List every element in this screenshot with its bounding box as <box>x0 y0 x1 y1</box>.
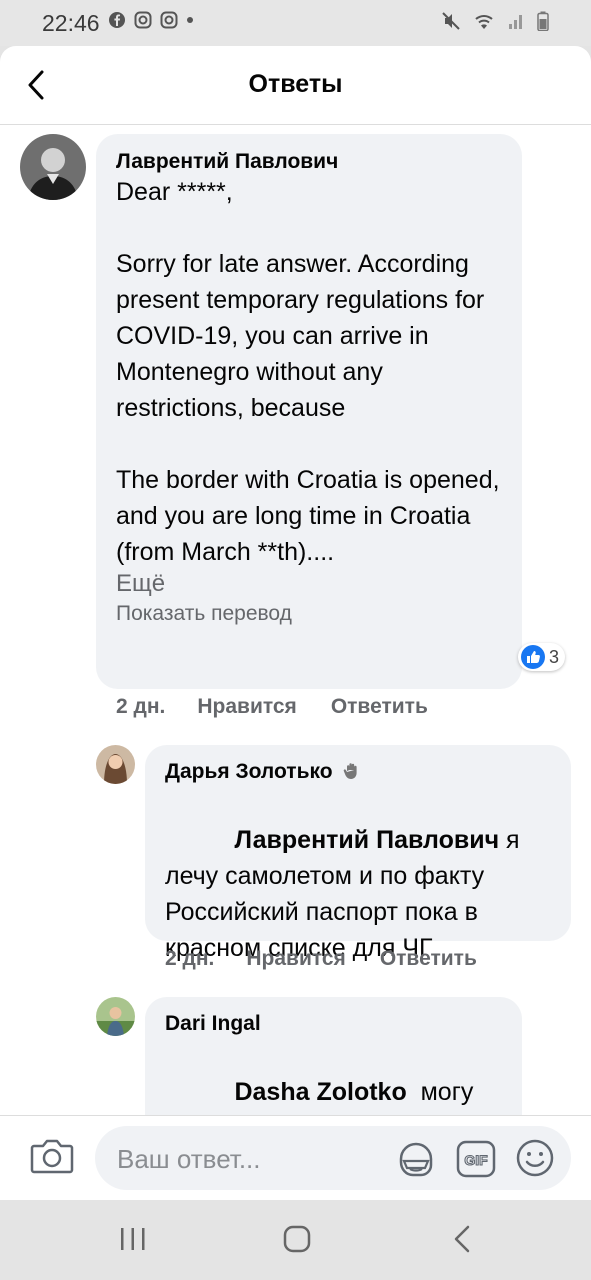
comment-actions: 2 дн. Нравится Ответить <box>116 695 428 719</box>
system-back-button[interactable] <box>448 1224 478 1259</box>
reaction-count-value: 3 <box>549 646 560 667</box>
comment-text: Dasha Zolotko могу предложить свою <box>165 1038 510 1115</box>
avatar-photo <box>96 745 135 784</box>
mute-icon <box>442 12 460 30</box>
comment-list[interactable]: Лаврентий Павлович Dear *****, Sorry for… <box>0 125 591 1115</box>
more-notifications-dot-icon <box>187 17 193 23</box>
comment-author[interactable]: Дарья Золотько <box>165 760 560 784</box>
header: Ответы <box>0 46 591 125</box>
emoji-button[interactable] <box>515 1138 555 1183</box>
comment-author[interactable]: Лаврентий Павлович <box>116 150 511 174</box>
reply-input[interactable] <box>115 1138 389 1180</box>
wave-icon <box>344 763 358 779</box>
home-icon <box>283 1225 311 1253</box>
reply-composer: GIF <box>0 1115 591 1200</box>
like-button[interactable]: Нравится <box>197 695 296 719</box>
comment-bubble: Лаврентий Павлович Dear *****, Sorry for… <box>96 134 522 689</box>
home-button[interactable] <box>282 1224 312 1259</box>
camera-button[interactable] <box>30 1136 74 1181</box>
recents-button[interactable] <box>118 1224 148 1259</box>
mention-link[interactable]: Dasha Zolotko <box>234 1078 406 1106</box>
comment-time[interactable]: 2 дн. <box>165 947 214 971</box>
system-status-icons <box>441 11 549 31</box>
battery-icon <box>537 11 549 31</box>
emoji-icon <box>516 1139 554 1177</box>
comment-author[interactable]: Dari Ingal <box>165 1012 510 1036</box>
wifi-icon <box>475 15 493 29</box>
gif-button[interactable]: GIF <box>455 1138 497 1185</box>
camera-icon <box>30 1139 74 1174</box>
facebook-notification-icon <box>109 12 125 28</box>
sticker-icon <box>399 1142 433 1177</box>
reply-field: GIF <box>95 1126 571 1190</box>
show-translation-link[interactable]: Показать перевод <box>116 602 511 626</box>
comment-bubble: Дарья Золотько Лаврентий Павлович я лечу… <box>145 745 571 962</box>
comment-bubble: Dari Ingal Dasha Zolotko могу предложить… <box>145 997 522 1115</box>
navigation-bar <box>0 1200 591 1280</box>
avatar[interactable] <box>96 745 135 784</box>
signal-icon <box>509 15 522 29</box>
comment-author-name: Дарья Золотько <box>165 760 333 783</box>
avatar-photo <box>20 134 86 200</box>
instagram-notification-icon <box>134 11 152 29</box>
comment-time[interactable]: 2 дн. <box>116 695 165 719</box>
page-title: Ответы <box>248 70 343 98</box>
see-more-link[interactable]: Ещё <box>116 570 511 598</box>
mention-link[interactable]: Лаврентий Павлович <box>234 826 499 854</box>
avatar[interactable] <box>96 997 135 1036</box>
gif-icon: GIF <box>456 1140 496 1178</box>
like-button[interactable]: Нравится <box>246 947 345 971</box>
status-bar: 22:46 <box>0 0 591 46</box>
svg-text:GIF: GIF <box>464 1152 488 1168</box>
sticker-button[interactable] <box>395 1138 437 1185</box>
reply-button[interactable]: Ответить <box>380 947 477 971</box>
replies-sheet: Ответы Лаврентий Павлович Dear *****, So… <box>0 46 591 1200</box>
like-icon <box>521 645 545 669</box>
reaction-count[interactable]: 3 <box>518 643 566 671</box>
comment-text: Dear *****, Sorry for late answer. Accor… <box>116 178 500 566</box>
notification-icons <box>108 11 194 29</box>
instagram-notification-icon <box>160 11 178 29</box>
comment-actions: 2 дн. Нравится Ответить <box>165 947 477 971</box>
back-icon <box>454 1225 470 1253</box>
recents-icon <box>121 1228 145 1250</box>
avatar[interactable] <box>20 134 86 200</box>
reply-button[interactable]: Ответить <box>331 695 428 719</box>
avatar-photo <box>96 997 135 1036</box>
status-time: 22:46 <box>42 10 100 36</box>
